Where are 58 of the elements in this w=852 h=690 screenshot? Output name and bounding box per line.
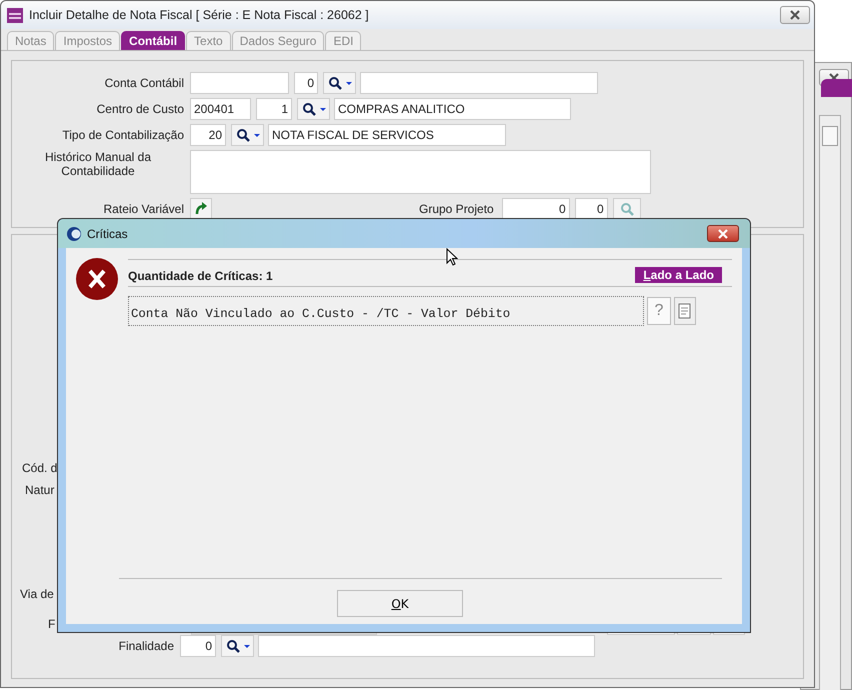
description-field[interactable] xyxy=(360,72,598,94)
side-by-side-button[interactable]: Lado a Lado xyxy=(635,267,722,283)
error-icon xyxy=(76,258,118,300)
field-label: Finalidade xyxy=(118,639,174,653)
field-label: F xyxy=(47,617,56,631)
close-button[interactable] xyxy=(780,6,810,24)
caret-icon xyxy=(346,82,352,84)
window-title: Incluir Detalhe de Nota Fiscal [ Série : E Nota Fiscal : 26062 ] xyxy=(29,8,369,22)
number-field[interactable]: 1 xyxy=(256,98,292,120)
tab[interactable]: Contábil xyxy=(121,31,186,50)
caret-icon xyxy=(244,644,250,648)
criticism-count: Quantidade de Críticas: 1 xyxy=(128,269,273,283)
close-icon xyxy=(789,10,801,20)
search-icon xyxy=(226,639,240,653)
arrow-icon xyxy=(194,202,208,216)
field-label: Grupo Projeto xyxy=(419,202,494,216)
app-icon xyxy=(7,8,23,22)
close-button[interactable] xyxy=(707,225,739,242)
field-label: Centro de Custo xyxy=(96,102,184,116)
number-field[interactable]: 0 xyxy=(294,72,318,94)
cursor-icon xyxy=(446,248,458,266)
ok-button[interactable]: OK xyxy=(337,590,463,617)
search-icon xyxy=(302,102,316,116)
number-field[interactable]: 0 xyxy=(180,635,216,657)
description-field[interactable] xyxy=(258,635,595,657)
search-dropdown-button[interactable] xyxy=(297,98,330,120)
search-dropdown-button[interactable] xyxy=(612,198,641,220)
search-dropdown-button[interactable] xyxy=(231,124,264,146)
dialog-title: Críticas xyxy=(87,226,128,240)
close-icon xyxy=(717,228,729,238)
field-label: Tipo de Contabilização xyxy=(61,128,184,142)
app-icon xyxy=(66,226,82,242)
arrow-button[interactable] xyxy=(190,198,212,220)
document-icon xyxy=(678,303,692,319)
description-field[interactable]: NOTA FISCAL DE SERVICOS xyxy=(268,124,506,146)
scrollbar[interactable] xyxy=(819,115,841,690)
field-label: Histórico Manual da Contabilidade xyxy=(44,150,152,178)
notes-button[interactable] xyxy=(674,297,696,325)
caret-icon xyxy=(254,134,260,136)
field-label: Via de xyxy=(19,587,55,601)
number-field[interactable]: 0 xyxy=(502,198,570,220)
search-icon xyxy=(620,202,634,216)
message-field[interactable]: Conta Não Vinculado ao C.Custo - /TC - Valor Débito xyxy=(128,296,644,326)
code-field[interactable]: 200401 xyxy=(190,98,251,120)
tab-strip xyxy=(821,79,852,97)
search-dropdown-button[interactable] xyxy=(323,72,356,94)
search-icon xyxy=(236,128,250,142)
field-label: Conta Contábil xyxy=(104,76,184,90)
field-label: Natur xyxy=(24,483,56,497)
field-label: Rateio Variável xyxy=(102,202,184,216)
field-label: Cód. d xyxy=(21,461,58,475)
search-dropdown-button[interactable] xyxy=(221,635,254,657)
code-field[interactable] xyxy=(190,72,289,94)
caret-icon xyxy=(320,108,326,110)
description-field[interactable]: COMPRAS ANALITICO xyxy=(334,98,571,120)
search-icon xyxy=(328,76,342,90)
number-field[interactable]: 0 xyxy=(574,198,608,220)
number-field[interactable]: 20 xyxy=(190,124,226,146)
